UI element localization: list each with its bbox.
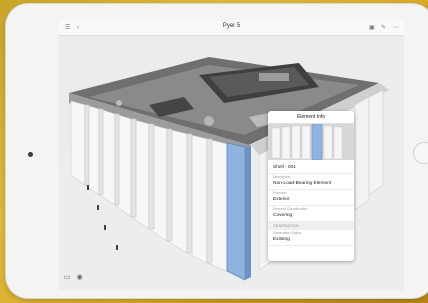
more-icon[interactable]: ⋯ — [393, 24, 399, 32]
markup-icon[interactable]: ✎ — [381, 24, 386, 32]
generation-status-value: Existing — [273, 237, 290, 242]
element-thumbnail — [268, 124, 354, 160]
function-field[interactable]: Function Exterior — [268, 190, 354, 206]
element-info-panel: Element Info Shell - 001 Description Non… — [268, 111, 354, 261]
element-name: Shell - 001 — [273, 165, 296, 170]
description-field[interactable]: Description Non-Load-Bearing Element — [268, 174, 354, 190]
bottom-toolbar: ▭ ◉ — [64, 273, 87, 281]
selected-shell-element — [226, 142, 246, 281]
eye-icon[interactable]: ◉ — [77, 274, 83, 281]
element-name-field: Shell - 001 — [268, 160, 354, 174]
camera — [28, 152, 33, 157]
app-screen: ☰ ‹ Pyer 5 ▣ ✎ ⋯ Element Info Shell - 00… — [59, 21, 404, 290]
description-value: Non-Load-Bearing Element — [273, 181, 332, 186]
panel-title: Element Info — [268, 111, 354, 124]
generation-status-field[interactable]: Generation Status Existing — [268, 230, 354, 246]
classification-field[interactable]: Element Classification Covering — [268, 206, 354, 222]
function-value: Exterior — [273, 197, 290, 202]
home-button[interactable] — [413, 142, 428, 164]
document-title: Pyer 5 — [222, 23, 241, 29]
layers-icon[interactable]: ▣ — [369, 24, 375, 32]
top-toolbar: ☰ ‹ Pyer 5 ▣ ✎ ⋯ — [59, 21, 404, 36]
ipad-frame: ☰ ‹ Pyer 5 ▣ ✎ ⋯ Element Info Shell - 00… — [6, 4, 428, 298]
generation-section-header: GENERATION — [268, 222, 354, 230]
classification-value: Covering — [273, 213, 293, 218]
view-icon[interactable]: ▭ — [64, 274, 71, 281]
